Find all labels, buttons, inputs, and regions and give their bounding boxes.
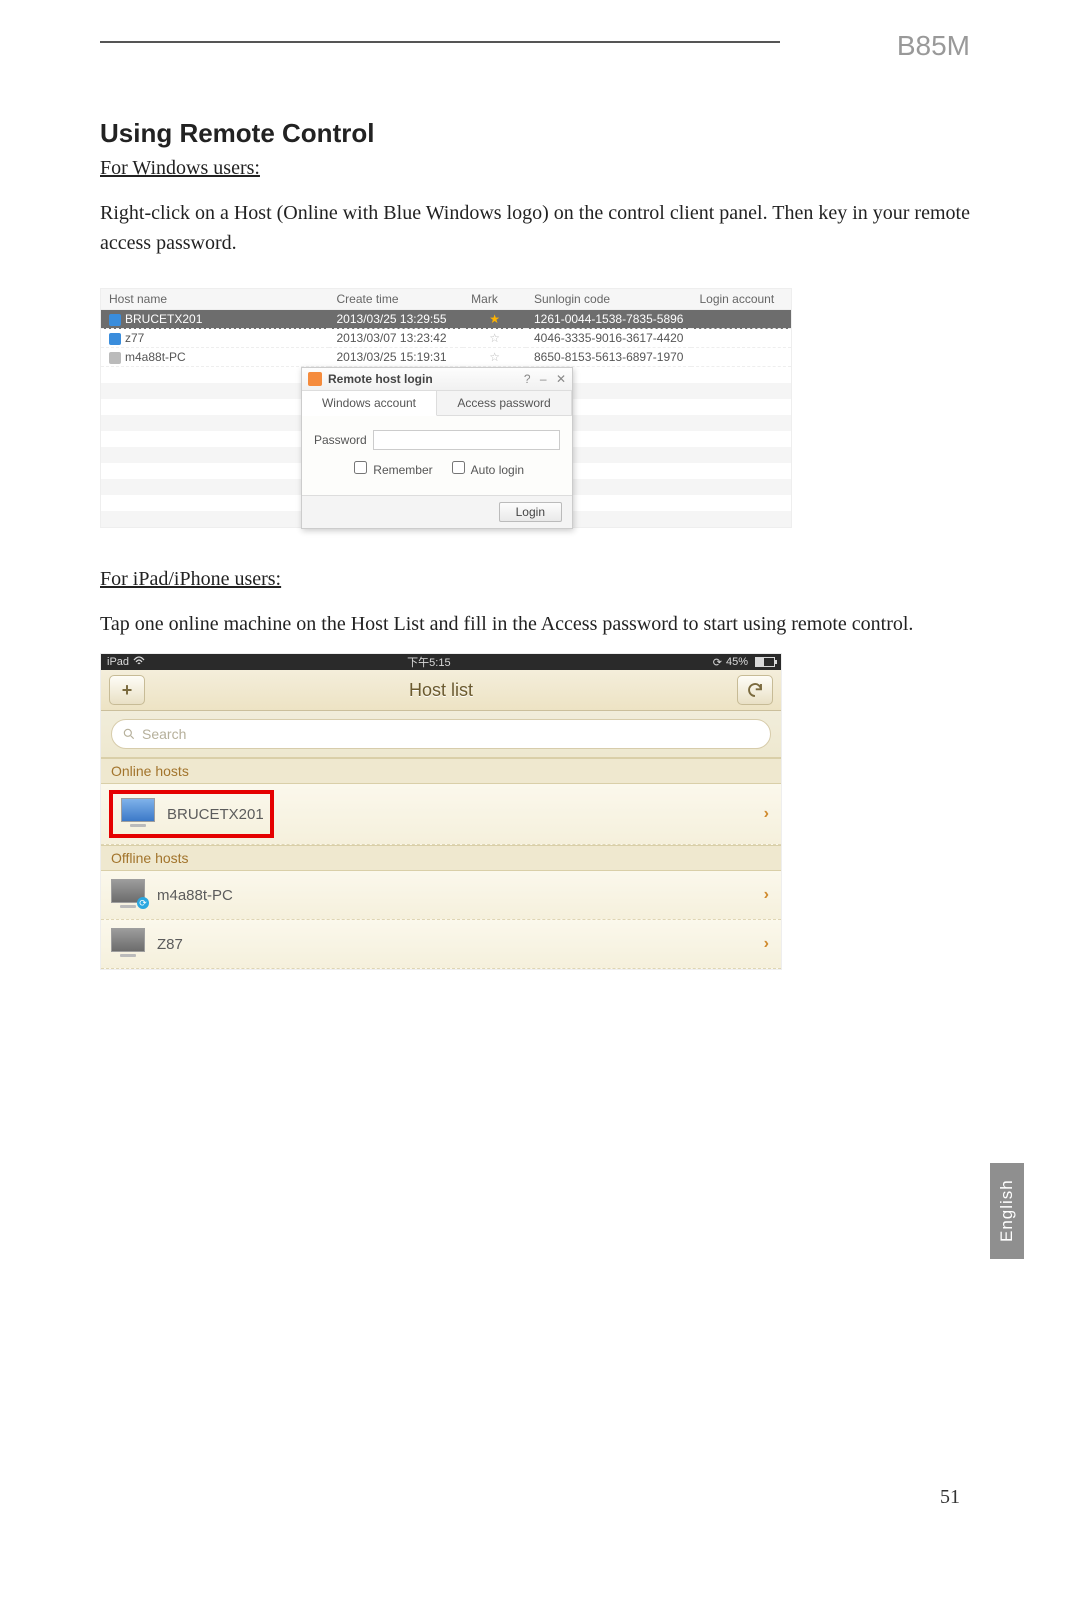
header-rule	[100, 41, 780, 43]
create-time: 2013/03/07 13:23:42	[329, 329, 464, 348]
language-tab: English	[990, 1163, 1024, 1259]
search-bar: Search	[101, 711, 781, 758]
col-host-name: Host name	[101, 289, 329, 310]
close-icon[interactable]: ✕	[556, 372, 566, 386]
online-section-header: Online hosts	[101, 758, 781, 784]
search-placeholder: Search	[142, 726, 186, 742]
host-table: Host name Create time Mark Sunlogin code…	[101, 289, 791, 367]
host-icon	[109, 314, 121, 326]
host-name: m4a88t-PC	[125, 350, 186, 364]
col-mark: Mark	[463, 289, 526, 310]
sync-badge-icon: ⟳	[137, 897, 149, 909]
monitor-icon	[111, 928, 145, 952]
host-label: Z87	[149, 936, 764, 953]
section-title: Using Remote Control	[100, 118, 970, 149]
dialog-titlebar: Remote host login ? – ✕	[302, 368, 572, 391]
login-button[interactable]: Login	[499, 502, 562, 522]
highlight-box: BRUCETX201	[109, 790, 274, 838]
monitor-icon	[121, 798, 155, 822]
navbar: + Host list	[101, 670, 781, 711]
windows-instructions: Right-click on a Host (Online with Blue …	[100, 198, 970, 258]
host-icon	[109, 333, 121, 345]
password-label: Password	[314, 433, 373, 447]
col-sunlogin-code: Sunlogin code	[526, 289, 691, 310]
refresh-icon	[746, 681, 764, 699]
sunlogin-code: 8650-8153-5613-6897-1970	[526, 348, 691, 367]
search-icon	[122, 727, 136, 741]
host-icon	[109, 352, 121, 364]
windows-screenshot: Host name Create time Mark Sunlogin code…	[100, 288, 792, 528]
star-icon: ☆	[489, 350, 500, 364]
host-label: m4a88t-PC	[149, 887, 764, 904]
chevron-right-icon: ›	[764, 886, 769, 904]
password-input[interactable]	[373, 430, 560, 450]
status-bar: iPad 下午5:15 ⟳ 45%	[101, 654, 781, 670]
battery-icon	[755, 657, 775, 667]
add-button[interactable]: +	[109, 675, 145, 705]
wifi-icon	[133, 656, 145, 669]
tab-access-password[interactable]: Access password	[437, 391, 572, 415]
ipad-users-label: For iPad/iPhone users:	[100, 568, 970, 591]
table-stripes-area: Remote host login ? – ✕ Windows account …	[101, 367, 791, 527]
remember-label: Remember	[373, 463, 432, 477]
star-icon: ☆	[489, 331, 500, 345]
auto-login-label: Auto login	[471, 463, 524, 477]
windows-users-label: For Windows users:	[100, 157, 970, 180]
page-number: 51	[940, 1486, 960, 1509]
host-label: BRUCETX201	[159, 806, 264, 823]
host-name: BRUCETX201	[125, 312, 202, 326]
search-input[interactable]: Search	[111, 719, 771, 749]
help-icon[interactable]: ?	[524, 372, 531, 386]
chevron-right-icon: ›	[764, 935, 769, 953]
chevron-right-icon: ›	[764, 805, 769, 823]
tab-windows-account[interactable]: Windows account	[302, 391, 437, 416]
monitor-icon: ⟳	[111, 879, 145, 903]
list-item[interactable]: BRUCETX201 ›	[101, 784, 781, 845]
sunlogin-code: 1261-0044-1538-7835-5896	[526, 310, 691, 329]
offline-section-header: Offline hosts	[101, 845, 781, 871]
list-item[interactable]: ⟳ m4a88t-PC ›	[101, 871, 781, 920]
status-time: 下午5:15	[145, 654, 713, 670]
col-login-account: Login account	[691, 289, 791, 310]
list-item[interactable]: Z87 ›	[101, 920, 781, 969]
device-label: iPad	[107, 656, 129, 668]
sunlogin-code: 4046-3335-9016-3617-4420	[526, 329, 691, 348]
col-create-time: Create time	[329, 289, 464, 310]
create-time: 2013/03/25 15:19:31	[329, 348, 464, 367]
battery-text: 45%	[726, 656, 748, 668]
remember-checkbox[interactable]	[354, 461, 367, 474]
rotation-lock-icon: ⟳	[713, 656, 722, 669]
table-row[interactable]: m4a88t-PC 2013/03/25 15:19:31 ☆ 8650-815…	[101, 348, 791, 367]
dialog-title: Remote host login	[328, 372, 518, 386]
model-label: B85M	[897, 30, 970, 62]
login-dialog: Remote host login ? – ✕ Windows account …	[301, 367, 573, 529]
host-name: z77	[125, 331, 144, 345]
auto-login-checkbox[interactable]	[452, 461, 465, 474]
refresh-button[interactable]	[737, 675, 773, 705]
dialog-icon	[308, 372, 322, 386]
star-icon: ★	[489, 312, 500, 326]
minimize-icon[interactable]: –	[540, 372, 547, 386]
table-row[interactable]: BRUCETX201 2013/03/25 13:29:55 ★ 1261-00…	[101, 310, 791, 329]
table-row[interactable]: z77 2013/03/07 13:23:42 ☆ 4046-3335-9016…	[101, 329, 791, 348]
create-time: 2013/03/25 13:29:55	[329, 310, 464, 329]
ipad-screenshot: iPad 下午5:15 ⟳ 45% + Host list Search	[100, 653, 782, 970]
navbar-title: Host list	[145, 680, 737, 701]
ipad-instructions: Tap one online machine on the Host List …	[100, 609, 970, 639]
